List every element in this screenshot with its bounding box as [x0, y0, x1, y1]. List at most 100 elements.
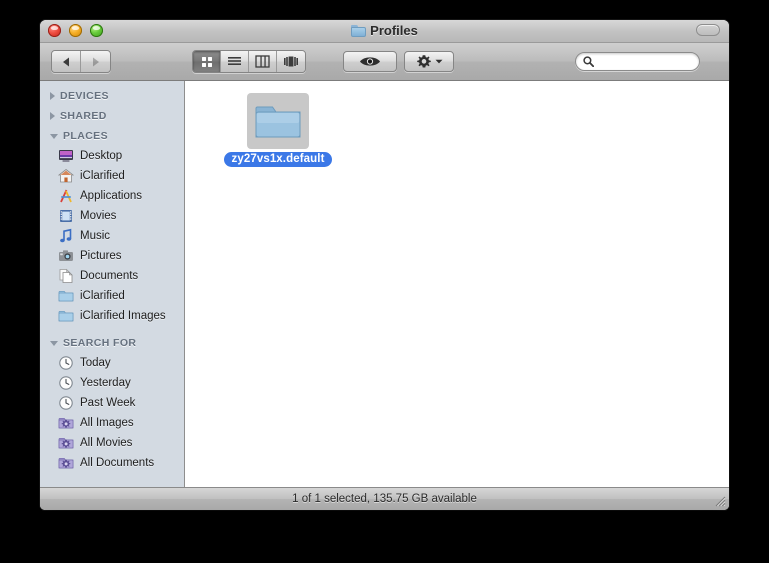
movies-icon [60, 210, 72, 222]
sidebar-item-home[interactable]: iClarified [40, 166, 184, 186]
sidebar-item-label: Past Week [80, 397, 136, 409]
coverflow-view-button[interactable] [277, 51, 305, 72]
clock-icon [59, 376, 73, 390]
disclosure-triangle-icon[interactable] [50, 92, 55, 100]
resize-grip-icon[interactable] [713, 494, 726, 507]
navigation-buttons [51, 50, 111, 73]
status-bar: 1 of 1 selected, 135.75 GB available [40, 487, 729, 510]
sidebar-item-movies[interactable]: Movies [40, 206, 184, 226]
title-bar[interactable]: Profiles [40, 20, 729, 43]
folder-icon [351, 24, 367, 37]
forward-arrow-icon [93, 57, 99, 66]
sidebar-item-today[interactable]: Today [40, 353, 184, 373]
sidebar-item-label: Pictures [80, 250, 122, 262]
disclosure-triangle-icon[interactable] [50, 340, 58, 346]
window-body: DEVICES SHARED PLACES Desktop iClarified… [40, 81, 729, 487]
sidebar-item-label: Movies [80, 210, 117, 222]
sidebar-section-label: PLACES [63, 130, 108, 142]
sidebar-item-yesterday[interactable]: Yesterday [40, 373, 184, 393]
pictures-icon [59, 250, 73, 261]
folder-icon [58, 311, 74, 322]
sidebar-item-label: All Documents [80, 457, 155, 469]
search-field[interactable] [575, 52, 700, 71]
sidebar-item-label: Today [80, 357, 111, 369]
close-button[interactable] [48, 24, 61, 37]
file-list-area[interactable]: zy27vs1x.default [185, 81, 729, 487]
status-text: 1 of 1 selected, 135.75 GB available [292, 493, 477, 505]
sidebar-section-label: DEVICES [60, 90, 109, 102]
sidebar-item-iclarified-images-folder[interactable]: iClarified Images [40, 306, 184, 326]
forward-button[interactable] [81, 51, 110, 72]
sidebar-item-label: iClarified [80, 290, 125, 302]
sidebar-item-music[interactable]: Music [40, 226, 184, 246]
toolbar [40, 43, 729, 81]
sidebar-section-label: SEARCH FOR [63, 337, 137, 349]
search-input[interactable] [598, 55, 692, 68]
sidebar-item-label: Desktop [80, 150, 123, 162]
sidebar-item-past-week[interactable]: Past Week [40, 393, 184, 413]
applications-icon [60, 189, 72, 203]
sidebar-item-label: Applications [80, 190, 143, 202]
file-icon-selection-box [247, 93, 309, 149]
columns-icon [255, 55, 270, 68]
icon-view-button[interactable] [193, 51, 221, 72]
folder-icon [58, 291, 74, 302]
sidebar-item-label: All Movies [80, 437, 133, 449]
folder-icon [255, 106, 301, 138]
view-mode-buttons [192, 50, 306, 73]
sidebar-item-documents[interactable]: Documents [40, 266, 184, 286]
documents-icon [59, 268, 73, 283]
window-title-text: Profiles [370, 23, 418, 38]
toolbar-toggle-button[interactable] [696, 24, 720, 36]
back-button[interactable] [52, 51, 81, 72]
window-title: Profiles [40, 23, 729, 38]
desktop-icon [59, 150, 73, 162]
sidebar: DEVICES SHARED PLACES Desktop iClarified… [40, 81, 185, 487]
search-icon [583, 56, 594, 67]
finder-window: Profiles DEVICES SHARED PLACES Desktop i… [40, 20, 729, 510]
gear-icon [416, 54, 431, 67]
sidebar-section-places[interactable]: PLACES [40, 126, 184, 146]
sidebar-item-pictures[interactable]: Pictures [40, 246, 184, 266]
sidebar-section-label: SHARED [60, 110, 107, 122]
list-icon [228, 57, 241, 65]
list-view-button[interactable] [221, 51, 249, 72]
smart-folder-icon [58, 418, 74, 429]
sidebar-section-shared[interactable]: SHARED [40, 106, 184, 126]
eye-icon [360, 57, 380, 66]
sidebar-item-label: iClarified [80, 170, 125, 182]
chevron-down-icon [435, 59, 442, 64]
quicklook-button[interactable] [343, 51, 397, 72]
smart-folder-icon [58, 438, 74, 449]
coverflow-icon [284, 56, 298, 67]
back-arrow-icon [62, 57, 69, 66]
sidebar-item-label: Music [80, 230, 111, 242]
home-icon [58, 168, 74, 183]
file-name-label[interactable]: zy27vs1x.default [224, 152, 332, 167]
column-view-button[interactable] [249, 51, 277, 72]
grid-icon [201, 56, 212, 67]
minimize-button[interactable] [69, 24, 82, 37]
sidebar-item-applications[interactable]: Applications [40, 186, 184, 206]
smart-folder-icon [58, 458, 74, 469]
disclosure-triangle-icon[interactable] [50, 133, 58, 139]
sidebar-item-all-documents[interactable]: All Documents [40, 453, 184, 473]
sidebar-item-label: Yesterday [80, 377, 131, 389]
zoom-button[interactable] [90, 24, 103, 37]
clock-icon [59, 396, 73, 410]
sidebar-item-label: Documents [80, 270, 139, 282]
sidebar-item-all-images[interactable]: All Images [40, 413, 184, 433]
action-menu-button[interactable] [404, 51, 454, 72]
file-item-selected[interactable]: zy27vs1x.default [220, 93, 336, 167]
disclosure-triangle-icon[interactable] [50, 112, 55, 120]
sidebar-item-iclarified-folder[interactable]: iClarified [40, 286, 184, 306]
sidebar-item-all-movies[interactable]: All Movies [40, 433, 184, 453]
sidebar-section-search-for[interactable]: SEARCH FOR [40, 333, 184, 353]
window-controls [48, 24, 103, 37]
music-icon [60, 228, 72, 243]
sidebar-section-devices[interactable]: DEVICES [40, 86, 184, 106]
sidebar-item-desktop[interactable]: Desktop [40, 146, 184, 166]
sidebar-item-label: All Images [80, 417, 134, 429]
sidebar-item-label: iClarified Images [80, 310, 166, 322]
clock-icon [59, 356, 73, 370]
